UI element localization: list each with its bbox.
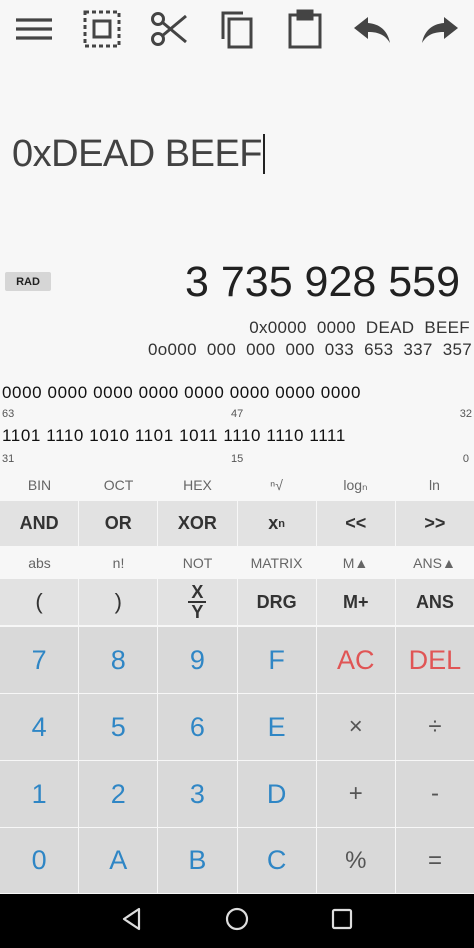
hex-label[interactable]: HEX [158,470,237,500]
digit-5-button[interactable]: 5 [79,694,158,760]
ln-label[interactable]: ln [395,470,474,500]
back-icon[interactable] [119,906,145,937]
result-display: 3 735 928 559 [185,258,460,306]
key-row-6: 0 A B C % = [0,828,474,894]
hex-a-button[interactable]: A [79,828,158,893]
function-row-1: AND OR XOR xn << >> [0,501,474,547]
fraction-button[interactable]: XY [158,579,237,625]
bit-index-47: 47 [231,408,244,420]
oct-result: 0o000 000 000 000 033 653 337 357 [148,340,472,359]
cut-icon[interactable] [135,0,203,58]
key-row-4: 4 5 6 E × ÷ [0,694,474,761]
power-exponent: n [278,517,285,530]
factorial-label[interactable]: n! [79,548,158,578]
home-icon[interactable] [224,906,250,937]
system-nav-bar [0,894,474,948]
matrix-label[interactable]: MATRIX [237,548,316,578]
hex-b-button[interactable]: B [158,828,237,893]
bit-index-63: 63 [2,408,15,420]
digit-7-button[interactable]: 7 [0,627,79,693]
delete-button[interactable]: DEL [395,627,474,693]
equals-button[interactable]: = [395,828,474,893]
nth-root-label[interactable]: ⁿ√ [237,470,316,500]
close-paren-button[interactable]: ) [79,579,158,625]
expression-text: 0xDEAD BEEF [12,132,263,175]
open-paren-button[interactable]: ( [0,579,79,625]
fraction-icon: XY [188,583,207,621]
log-n-label[interactable]: logₙ [316,470,395,500]
drg-button[interactable]: DRG [237,579,316,625]
or-button[interactable]: OR [79,501,158,546]
digit-2-button[interactable]: 2 [79,761,158,827]
select-all-icon[interactable] [68,0,136,58]
secondary-row-1: BIN OCT HEX ⁿ√ logₙ ln [0,470,474,500]
bit-index-31: 31 [2,453,15,465]
bits-row-high: 0000 0000 0000 0000 0000 0000 0000 0000 [2,383,362,402]
shift-left-button[interactable]: << [316,501,395,546]
and-button[interactable]: AND [0,501,79,546]
menu-icon[interactable] [0,0,68,58]
bit-index-0: 0 [462,453,469,465]
digit-6-button[interactable]: 6 [158,694,237,760]
digit-4-button[interactable]: 4 [0,694,79,760]
multiply-button[interactable]: × [316,694,395,760]
copy-icon[interactable] [203,0,271,58]
undo-icon[interactable] [338,0,406,58]
divide-button[interactable]: ÷ [395,694,474,760]
oct-label[interactable]: OCT [79,470,158,500]
expression-input[interactable]: 0xDEAD BEEF [12,126,266,182]
paste-icon[interactable] [271,0,339,58]
all-clear-button[interactable]: AC [316,627,395,693]
bit-index-15: 15 [231,453,244,465]
power-base: x [268,513,279,533]
recents-icon[interactable] [329,906,355,937]
memory-add-button[interactable]: M+ [316,579,395,625]
key-row-3: 7 8 9 F AC DEL [0,627,474,694]
abs-label[interactable]: abs [0,548,79,578]
plus-button[interactable]: + [316,761,395,827]
digit-3-button[interactable]: 3 [158,761,237,827]
text-cursor [263,134,266,174]
minus-button[interactable]: - [395,761,474,827]
memory-recall-label[interactable]: M▲ [316,548,395,578]
digit-1-button[interactable]: 1 [0,761,79,827]
percent-button[interactable]: % [316,828,395,893]
bits-row-low: 1101 1110 1010 1101 1011 1110 1110 1111 [2,426,346,445]
function-row-2: ( ) XY DRG M+ ANS [0,579,474,626]
key-row-5: 1 2 3 D + - [0,761,474,828]
not-label[interactable]: NOT [158,548,237,578]
power-button[interactable]: xn [237,501,316,546]
angle-mode-badge: RAD [5,272,51,291]
digit-0-button[interactable]: 0 [0,828,79,893]
secondary-row-2: abs n! NOT MATRIX M▲ ANS▲ [0,548,474,578]
bit-index-32: 32 [459,408,472,420]
ans-recall-label[interactable]: ANS▲ [395,548,474,578]
xor-button[interactable]: XOR [158,501,237,546]
hex-f-button[interactable]: F [237,627,316,693]
hex-result: 0x0000 0000 DEAD BEEF [249,318,470,337]
ans-button[interactable]: ANS [395,579,474,625]
digit-9-button[interactable]: 9 [158,627,237,693]
toolbar [0,0,474,58]
shift-right-button[interactable]: >> [395,501,474,546]
redo-icon[interactable] [406,0,474,58]
digit-8-button[interactable]: 8 [79,627,158,693]
hex-d-button[interactable]: D [237,761,316,827]
hex-c-button[interactable]: C [237,828,316,893]
bin-label[interactable]: BIN [0,470,79,500]
hex-e-button[interactable]: E [237,694,316,760]
